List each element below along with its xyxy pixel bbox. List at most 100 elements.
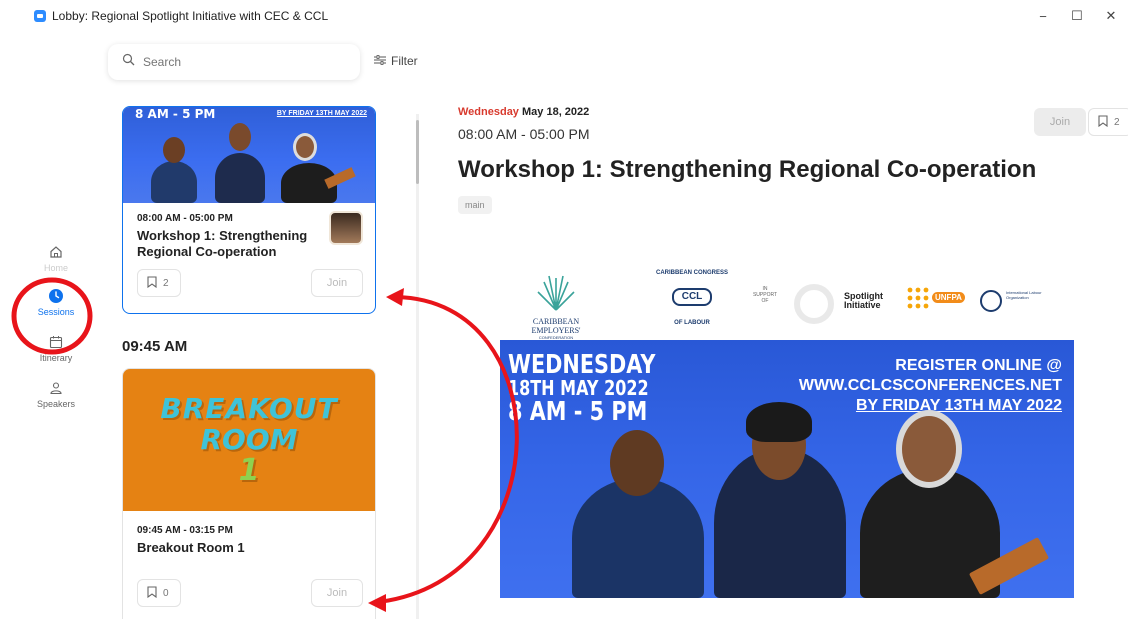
detail-weekday: Wednesday [458, 106, 519, 118]
bookmark-icon [147, 275, 157, 291]
nav-item-sessions[interactable]: Sessions [30, 288, 82, 317]
close-button[interactable]: ✕ [1094, 0, 1128, 32]
in-support-text: IN SUPPORT OF [752, 286, 778, 304]
window-title: Lobby: Regional Spotlight Initiative wit… [52, 9, 329, 23]
maximize-button[interactable]: ☐ [1060, 0, 1094, 32]
search-icon [122, 53, 135, 71]
hero-left-1: WEDNESDAY [508, 350, 656, 380]
speaker-head [902, 416, 956, 482]
speaker-avatar [329, 211, 363, 245]
speaker-head [163, 137, 185, 163]
cec-name: CARIBBEAN EMPLOYERS' [531, 317, 581, 335]
minimize-button[interactable]: − [1026, 0, 1060, 32]
filter-button[interactable]: Filter [374, 54, 418, 68]
speaker-head [610, 430, 664, 496]
app-window: Lobby: Regional Spotlight Initiative wit… [0, 0, 1128, 619]
session-card-workshop-1[interactable]: 8 AM - 5 PM BY FRIDAY 13TH MAY 2022 08:0… [122, 106, 376, 314]
nav-item-speakers[interactable]: Speakers [30, 380, 82, 409]
join-button[interactable]: Join [311, 579, 363, 607]
session-card-breakout-1[interactable]: BREAKOUT ROOM 1 09:45 AM - 03:15 PM Brea… [122, 368, 376, 619]
speaker-hair [746, 402, 812, 442]
window-controls: − ☐ ✕ [1026, 0, 1128, 32]
bookmark-count: 2 [1114, 116, 1120, 128]
speaker-figure [572, 478, 704, 598]
un-dots-icon [907, 287, 929, 309]
nav-item-home[interactable]: Home [30, 244, 82, 273]
bookmark-icon [147, 585, 157, 601]
ilo-text: International Labour Organization [1006, 290, 1042, 300]
unfpa-logo: UNFPA [906, 286, 965, 314]
spotlight-text: Spotlight Initiative [844, 291, 883, 310]
screen-gutter [0, 0, 30, 619]
home-icon [48, 244, 64, 260]
banner-line-2: ROOM [200, 423, 298, 456]
nav-label-speakers: Speakers [36, 399, 76, 409]
join-button[interactable]: Join [311, 269, 363, 297]
bookmark-button[interactable]: 0 [137, 579, 181, 607]
detail-time: 08:00 AM - 05:00 PM [458, 126, 590, 142]
bookmark-count: 0 [163, 587, 169, 599]
session-list: 8 AM - 5 PM BY FRIDAY 13TH MAY 2022 08:0… [96, 106, 416, 619]
title-bar: Lobby: Regional Spotlight Initiative wit… [30, 0, 1128, 32]
hero-left-2: 18TH MAY 2022 [508, 376, 649, 400]
banner-line-1: BREAKOUT [160, 392, 338, 425]
speaker-figure [151, 161, 197, 203]
ilo-emblem-icon [980, 290, 1002, 312]
sponsor-logos: CARIBBEAN EMPLOYERS' CONFEDERATION CARIB… [500, 268, 1074, 340]
banner-line-3: 1 [238, 453, 260, 488]
zoom-logo-icon [34, 10, 46, 22]
spotlight-ring-icon [794, 284, 834, 324]
time-group-header: 09:45 AM [122, 338, 188, 355]
nav-label-home: Home [43, 263, 68, 273]
detail-title: Workshop 1: Strengthening Regional Co-op… [458, 156, 1037, 183]
detail-join-button[interactable]: Join [1034, 108, 1086, 136]
hero-left-3: 8 AM - 5 PM [508, 397, 648, 427]
hero-register-block: REGISTER ONLINE @ WWW.CCLCSCONFERENCES.N… [799, 356, 1062, 416]
ccl-top: CARIBBEAN CONGRESS [655, 270, 728, 276]
session-title: Breakout Room 1 [137, 540, 245, 555]
nav-label-sessions: Sessions [37, 307, 75, 317]
hero-right-1: REGISTER ONLINE @ [895, 357, 1062, 374]
session-tag: main [458, 196, 492, 214]
nav-item-itinerary[interactable]: Itinerary [30, 334, 82, 363]
hero-date-block: WEDNESDAY 18TH MAY 2022 8 AM - 5 PM [508, 352, 692, 426]
cec-logo: CARIBBEAN EMPLOYERS' CONFEDERATION [514, 272, 598, 340]
session-info: 09:45 AM - 03:15 PM Breakout Room 1 [137, 525, 337, 556]
bookmark-button[interactable]: 2 [137, 269, 181, 297]
clock-icon [48, 288, 64, 304]
speaker-head [293, 133, 317, 161]
session-detail: Wednesday May 18, 2022 08:00 AM - 05:00 … [458, 106, 1128, 619]
agave-icon [537, 275, 575, 311]
nav-label-itinerary: Itinerary [39, 353, 73, 363]
banner-time-text: 8 AM - 5 PM [135, 107, 216, 121]
banner-by-text: BY FRIDAY 13TH MAY 2022 [276, 110, 367, 117]
hero-right-2: WWW.CCLCSCONFERENCES.NET [798, 377, 1062, 394]
breakout-banner-image: BREAKOUT ROOM 1 [123, 369, 375, 511]
list-scrollbar[interactable] [416, 114, 419, 619]
speaker-head [229, 123, 251, 151]
detail-date: Wednesday May 18, 2022 [458, 106, 1118, 118]
scrollbar-thumb[interactable] [416, 120, 419, 184]
session-hero-image: WEDNESDAY 18TH MAY 2022 8 AM - 5 PM REGI… [500, 340, 1074, 598]
detail-date-text: May 18, 2022 [522, 106, 590, 118]
session-title: Workshop 1: Strengthening Regional Co-op… [137, 228, 308, 259]
unfpa-text: UNFPA [932, 292, 965, 303]
ccl-mid: CCL [672, 288, 712, 306]
person-icon [48, 380, 64, 396]
main-frame: Home Sessions Itinerary Speakers Search … [30, 32, 1128, 619]
speaker-figure [215, 153, 265, 203]
ccl-bottom: OF LABOUR [674, 320, 710, 326]
bookmark-count: 2 [163, 277, 169, 289]
session-info: 08:00 AM - 05:00 PM Workshop 1: Strength… [137, 213, 317, 260]
bookmark-icon [1098, 114, 1108, 130]
calendar-icon [48, 334, 64, 350]
search-bar[interactable] [108, 44, 360, 80]
detail-bookmark-button[interactable]: 2 [1088, 108, 1128, 136]
hero-right-3: BY FRIDAY 13TH MAY 2022 [855, 397, 1062, 414]
filter-label: Filter [391, 54, 418, 68]
search-input[interactable] [143, 55, 343, 69]
session-time: 09:45 AM - 03:15 PM [137, 525, 233, 536]
filter-icon [374, 54, 386, 68]
ccl-logo: CARIBBEAN CONGRESS CCL OF LABOUR [650, 270, 734, 336]
nav-rail: Home Sessions Itinerary Speakers [30, 32, 82, 619]
